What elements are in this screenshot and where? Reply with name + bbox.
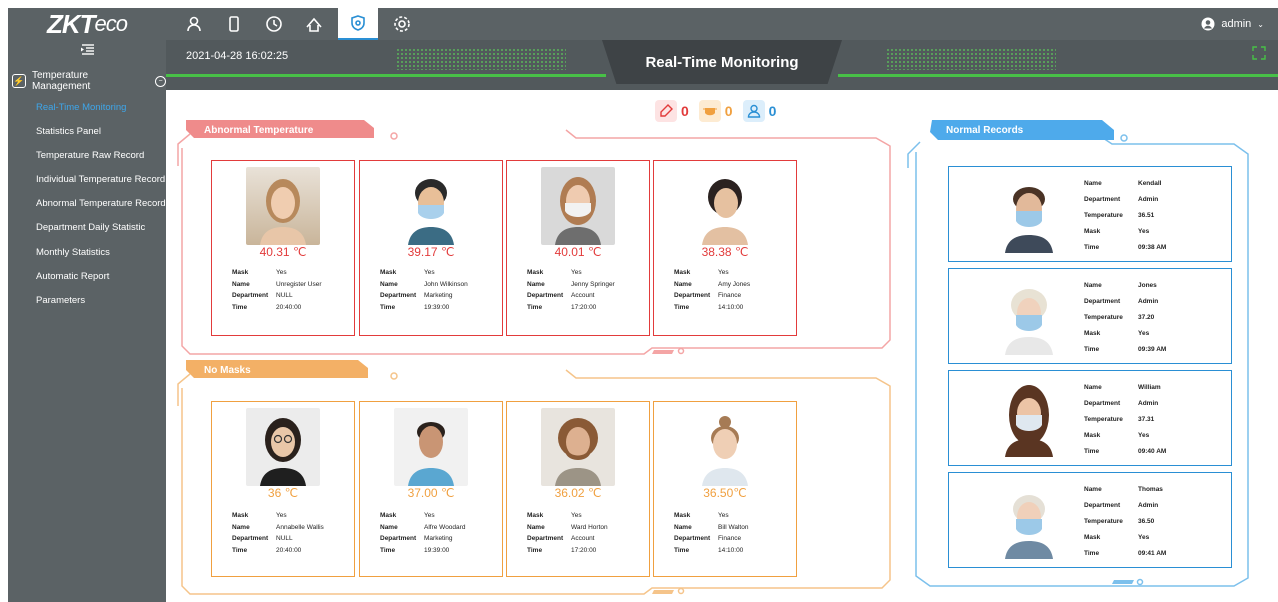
temperature-reading: 40.01 ℃ [554, 245, 602, 259]
card-info: Mask Yes Name Annabelle Wallis Department N… [232, 512, 324, 554]
sidebar-item-department-daily-statistic[interactable]: Department Daily Statistic [36, 222, 145, 233]
personnel-icon[interactable] [174, 8, 214, 40]
decor-line [166, 74, 606, 77]
card-info: Mask Yes Name Alfre Woodard Department Mark… [380, 512, 466, 554]
person-photo [993, 481, 1065, 559]
attendance-icon[interactable] [254, 8, 294, 40]
temperature-reading: 40.31 ℃ [259, 245, 307, 259]
abnormal-card[interactable]: 40.01 ℃ Mask Yes Name Jenny Springer Depar… [506, 160, 650, 336]
person-photo [688, 408, 762, 486]
header-banner: 2021-04-28 16:02:25 Real-Time Monitoring [166, 40, 1278, 90]
card-info: Mask Yes Name Amy Jones Department Finance … [674, 269, 751, 311]
card-info: Mask Yes Name Unregister User Department NU… [232, 269, 322, 311]
person-photo [246, 167, 320, 245]
sidebar-item-parameters[interactable]: Parameters [36, 295, 85, 306]
sidebar-section-label: Temperature Management [31, 70, 91, 92]
card-info: Name Thomas Department Admin Temperature 36… [1084, 486, 1167, 557]
device-icon[interactable] [214, 8, 254, 40]
access-icon[interactable] [294, 8, 334, 40]
person-photo [993, 379, 1065, 457]
temperature-reading: 38.38 ℃ [701, 245, 749, 259]
nomask-title: No Masks [204, 364, 251, 376]
temperature-reading: 39.17 ℃ [407, 245, 455, 259]
top-bar: ZKT eco admin ⌄ [8, 8, 1278, 40]
temperature-reading: 36.50℃ [703, 486, 747, 500]
person-photo [394, 408, 468, 486]
temperature-reading: 36 ℃ [267, 486, 299, 500]
person-photo [993, 175, 1065, 253]
person-photo [541, 167, 615, 245]
normal-record-card[interactable]: Name Jones Department Admin Temperature 37.… [948, 268, 1232, 364]
page-title: Real-Time Monitoring [645, 54, 799, 71]
nomask-card[interactable]: 36.50℃ Mask Yes Name Bill Walton Departmen… [653, 401, 797, 577]
sidebar-item-real-time-monitoring[interactable]: Real-Time Monitoring [36, 102, 126, 113]
temperature-reading: 36.02 ℃ [554, 486, 602, 500]
person-photo [541, 408, 615, 486]
card-info: Mask Yes Name John Wilkinson Department Mar… [380, 269, 468, 311]
card-info: Name Jones Department Admin Temperature 37.… [1084, 282, 1167, 353]
sidebar-item-individual-temperature-record[interactable]: Individual Temperature Record [36, 174, 165, 185]
normal-record-card[interactable]: Name Kendall Department Admin Temperature 3… [948, 166, 1232, 262]
user-avatar-icon [1201, 17, 1215, 31]
menu-toggle-icon[interactable] [80, 43, 96, 57]
sidebar-section-temperature[interactable]: ⚡ Temperature Management − [12, 70, 166, 92]
normal-title: Normal Records [946, 124, 1024, 136]
abnormal-card[interactable]: 40.31 ℃ Mask Yes Name Unregister User Depa… [211, 160, 355, 336]
sidebar: ⚡ Temperature Management − Real-Time Mon… [8, 40, 166, 602]
chevron-down-icon: ⌄ [1257, 19, 1264, 29]
card-info: Name William Department Admin Temperature 3… [1084, 384, 1167, 455]
normal-record-card[interactable]: Name Thomas Department Admin Temperature 36… [948, 472, 1232, 568]
shield-icon: ⚡ [12, 74, 26, 88]
nomask-card[interactable]: 36 ℃ Mask Yes Name Annabelle Wallis Depart… [211, 401, 355, 577]
decor-dots [886, 48, 1056, 70]
abnormal-title: Abnormal Temperature [204, 124, 314, 136]
sidebar-item-monthly-statistics[interactable]: Monthly Statistics [36, 247, 110, 258]
current-datetime: 2021-04-28 16:02:25 [186, 50, 289, 62]
sidebar-item-automatic-report[interactable]: Automatic Report [36, 271, 109, 282]
sidebar-item-abnormal-temperature-record[interactable]: Abnormal Temperature Record [36, 198, 166, 209]
sidebar-item-statistics-panel[interactable]: Statistics Panel [36, 126, 101, 137]
person-photo [394, 167, 468, 245]
app-window: ZKT eco admin ⌄ ⚡ Temperature Management … [0, 0, 1278, 602]
person-photo [993, 277, 1065, 355]
card-info: Mask Yes Name Jenny Springer Department Acc… [527, 269, 615, 311]
normal-record-card[interactable]: Name William Department Admin Temperature 3… [948, 370, 1232, 466]
card-info: Mask Yes Name Ward Horton Department Accoun… [527, 512, 608, 554]
nomask-card[interactable]: 37.00 ℃ Mask Yes Name Alfre Woodard Depart… [359, 401, 503, 577]
person-photo [246, 408, 320, 486]
decor-line [838, 74, 1278, 77]
logo: ZKT eco [46, 8, 128, 39]
sidebar-item-temperature-raw-record[interactable]: Temperature Raw Record [36, 150, 144, 161]
abnormal-card[interactable]: 38.38 ℃ Mask Yes Name Amy Jones Department… [653, 160, 797, 336]
user-menu[interactable]: admin ⌄ [1201, 8, 1264, 40]
temperature-reading: 37.00 ℃ [407, 486, 455, 500]
collapse-icon: − [155, 75, 166, 87]
username: admin [1221, 18, 1252, 30]
person-photo [688, 167, 762, 245]
decor-dots [396, 48, 566, 70]
settings-icon[interactable] [382, 8, 422, 40]
fullscreen-icon[interactable] [1252, 46, 1266, 60]
temperature-icon[interactable] [338, 8, 378, 40]
nomask-card[interactable]: 36.02 ℃ Mask Yes Name Ward Horton Departme… [506, 401, 650, 577]
card-info: Name Kendall Department Admin Temperature 3… [1084, 180, 1167, 251]
abnormal-card[interactable]: 39.17 ℃ Mask Yes Name John Wilkinson Depar… [359, 160, 503, 336]
card-info: Mask Yes Name Bill Walton Department Financ… [674, 512, 749, 554]
